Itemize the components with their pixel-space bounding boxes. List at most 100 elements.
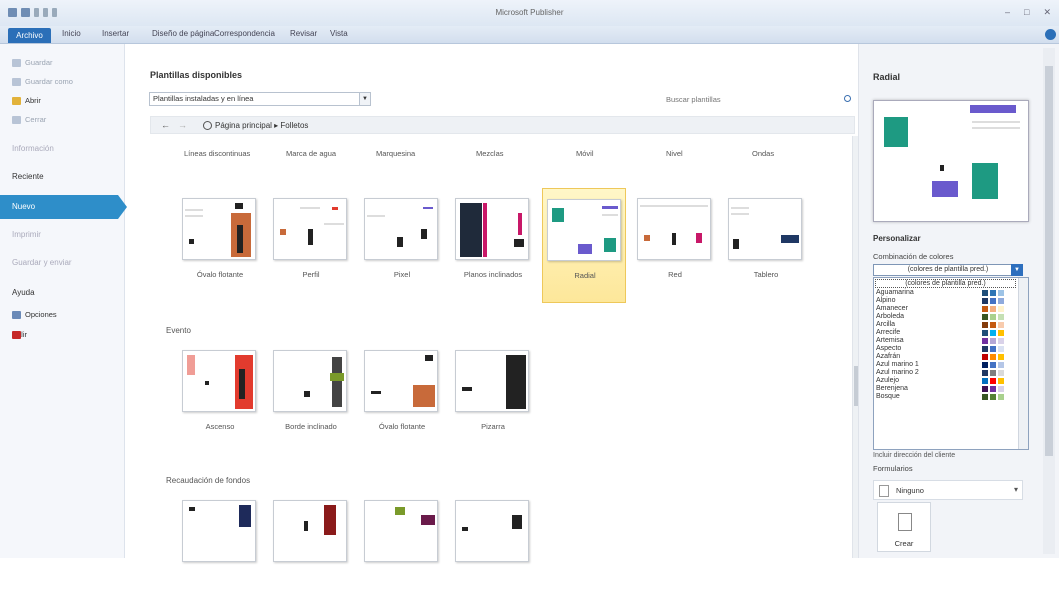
template-source-select[interactable]: Plantillas instaladas y en línea ▼ <box>149 92 371 106</box>
tab-diseno-pagina[interactable]: Diseño de página <box>152 29 214 38</box>
color-swatch <box>982 386 988 392</box>
template-pizarra[interactable]: Pizarra <box>451 340 535 455</box>
template-radial[interactable]: Radial <box>542 188 626 303</box>
tab-vista[interactable]: Vista <box>330 29 348 38</box>
template-label: Tablero <box>753 270 779 279</box>
nav-guardar-como[interactable]: Guardar como <box>12 77 73 86</box>
search-icon[interactable] <box>844 95 851 102</box>
back-arrow-icon[interactable]: ← <box>161 120 170 130</box>
create-button[interactable]: Crear <box>877 502 931 552</box>
home-icon[interactable] <box>203 121 212 130</box>
color-swatch <box>998 394 1004 400</box>
breadcrumb[interactable]: Página principal ▸ Folletos <box>215 121 308 130</box>
color-swatch <box>990 306 996 312</box>
dropdown-scrollbar[interactable] <box>1018 278 1028 449</box>
color-option[interactable]: Alpino <box>876 297 1017 305</box>
forward-arrow-icon[interactable]: → <box>178 120 187 130</box>
template-fundraising-4[interactable] <box>451 490 535 605</box>
color-option[interactable]: Azul marino 2 <box>876 369 1017 377</box>
color-option[interactable]: Arcilla <box>876 321 1017 329</box>
tab-archivo[interactable]: Archivo <box>8 28 51 43</box>
nav-imprimir[interactable]: Imprimir <box>12 230 41 239</box>
nav-guardar-enviar[interactable]: Guardar y enviar <box>12 258 72 267</box>
template-borde-inclinado[interactable]: Borde inclinado <box>269 340 353 455</box>
maximize-icon[interactable]: □ <box>1024 7 1029 18</box>
color-option[interactable]: Berenjena <box>876 385 1017 393</box>
template-planos-inclinados[interactable]: Planos inclinados <box>451 188 535 303</box>
nav-guardar[interactable]: Guardar <box>12 58 53 67</box>
color-swatch <box>990 322 996 328</box>
template-ovalo-flotante-evento[interactable]: Óvalo flotante <box>360 340 444 455</box>
nav-cerrar[interactable]: Cerrar <box>12 115 46 124</box>
template-tablero[interactable]: Tablero <box>724 188 808 303</box>
color-scheme-select[interactable]: (colores de plantilla pred.) ▼ <box>873 264 1023 276</box>
color-option[interactable]: Aspecto <box>876 345 1017 353</box>
chevron-down-icon[interactable]: ▼ <box>1011 264 1023 276</box>
save-as-icon <box>12 77 21 86</box>
forms-label: Formularios <box>873 464 913 473</box>
color-option[interactable]: Amanecer <box>876 305 1017 313</box>
scrollbar-thumb[interactable] <box>1045 66 1053 456</box>
color-swatch <box>998 290 1004 296</box>
color-swatch <box>990 362 996 368</box>
include-address-option[interactable]: Incluir dirección del cliente <box>873 452 955 459</box>
forms-select[interactable]: Ninguno ▾ <box>873 480 1023 500</box>
nav-salir[interactable]: Salir <box>12 330 27 339</box>
template-thumbnail <box>182 500 256 562</box>
color-swatch <box>998 362 1004 368</box>
close-icon[interactable]: ✕ <box>1043 7 1051 18</box>
folder-icon <box>12 96 21 105</box>
color-option[interactable]: Arrecife <box>876 329 1017 337</box>
color-option[interactable]: Aguamarina <box>876 289 1017 297</box>
chevron-down-icon[interactable]: ▼ <box>359 92 371 106</box>
template-thumbnail <box>637 198 711 260</box>
color-swatch <box>998 314 1004 320</box>
color-swatch <box>998 354 1004 360</box>
help-icon[interactable] <box>1045 29 1056 40</box>
design-category: Marca de agua <box>286 149 337 158</box>
template-ascenso[interactable]: Ascenso <box>178 340 262 455</box>
color-option-selected[interactable]: (colores de plantilla pred.) <box>875 279 1016 288</box>
templates-main: Plantillas disponibles Plantillas instal… <box>126 44 859 562</box>
tab-inicio[interactable]: Inicio <box>62 29 81 38</box>
template-fundraising-2[interactable] <box>269 490 353 605</box>
pane-scrollbar[interactable] <box>1043 48 1055 554</box>
tab-insertar[interactable]: Insertar <box>102 29 129 38</box>
color-option[interactable]: Artemisa <box>876 337 1017 345</box>
template-thumbnail <box>364 500 438 562</box>
color-option[interactable]: Arboleda <box>876 313 1017 321</box>
template-fundraising-3[interactable] <box>360 490 444 605</box>
color-option[interactable]: Azulejo <box>876 377 1017 385</box>
minimize-icon[interactable]: – <box>1005 7 1010 18</box>
template-ovalo-flotante[interactable]: Óvalo flotante <box>178 188 262 303</box>
template-label: Ascenso <box>205 422 235 431</box>
color-scheme-dropdown-list[interactable]: (colores de plantilla pred.) Aguamarina A… <box>873 277 1029 450</box>
color-swatch <box>998 378 1004 384</box>
tab-correspondencia[interactable]: Correspondencia <box>214 29 275 38</box>
color-option[interactable]: Azul marino 1 <box>876 361 1017 369</box>
template-fundraising-1[interactable] <box>178 490 262 605</box>
template-label: Radial <box>574 271 596 280</box>
template-pixel[interactable]: Pixel <box>360 188 444 303</box>
color-option[interactable]: Azafrán <box>876 353 1017 361</box>
chevron-down-icon[interactable]: ▾ <box>1014 485 1018 494</box>
nav-nuevo[interactable]: Nuevo <box>0 195 118 219</box>
nav-reciente[interactable]: Reciente <box>12 172 44 181</box>
breadcrumb-bar: ← → Página principal ▸ Folletos <box>150 116 855 134</box>
color-swatch <box>998 386 1004 392</box>
search-templates-input[interactable] <box>666 93 836 106</box>
nav-ayuda[interactable]: Ayuda <box>12 288 35 297</box>
section-label: Evento <box>166 326 191 335</box>
nav-abrir[interactable]: Abrir <box>12 96 41 105</box>
template-thumbnail <box>728 198 802 260</box>
template-label: Óvalo flotante <box>378 422 426 431</box>
color-swatch <box>990 290 996 296</box>
color-option[interactable]: Bosque <box>876 393 1017 401</box>
template-red[interactable]: Red <box>633 188 717 303</box>
template-thumbnail <box>547 199 621 261</box>
template-perfil[interactable]: Perfil <box>269 188 353 303</box>
nav-opciones[interactable]: Opciones <box>12 310 57 319</box>
color-swatch <box>990 298 996 304</box>
nav-informacion[interactable]: Información <box>12 144 54 153</box>
tab-revisar[interactable]: Revisar <box>290 29 317 38</box>
